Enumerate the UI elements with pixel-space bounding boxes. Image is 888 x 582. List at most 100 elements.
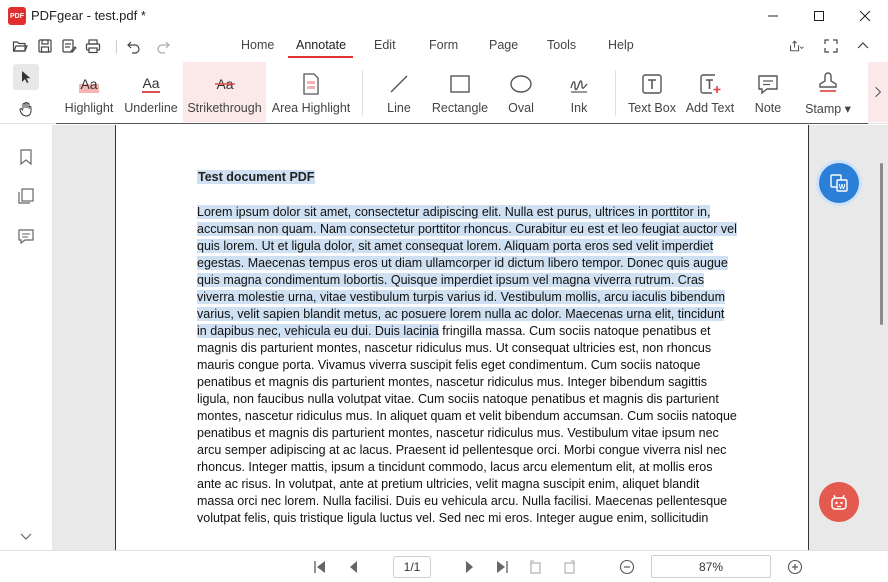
document-viewer[interactable]: Test document PDF Lorem ipsum dolor sit … xyxy=(53,125,888,550)
tab-help[interactable]: Help xyxy=(608,38,634,52)
add-text-icon xyxy=(700,74,721,94)
pdf-page[interactable]: Test document PDF Lorem ipsum dolor sit … xyxy=(115,125,809,550)
ribbon-separator xyxy=(362,70,363,116)
last-page-icon[interactable] xyxy=(494,559,510,575)
document-body[interactable]: Lorem ipsum dolor sit amet, consectetur … xyxy=(197,204,737,527)
active-tab-indicator xyxy=(288,56,353,58)
line-tool[interactable]: Line xyxy=(377,62,421,122)
ai-assistant-button[interactable] xyxy=(819,482,859,522)
previous-page-icon[interactable] xyxy=(346,559,362,575)
status-bar: 1/1 87% xyxy=(0,550,888,582)
close-button[interactable] xyxy=(842,0,888,32)
maximize-button[interactable] xyxy=(796,0,842,32)
underline-label: Underline xyxy=(124,101,178,115)
body-text[interactable]: fringilla massa. Cum sociis natoque pena… xyxy=(197,324,737,525)
convert-to-word-button[interactable]: W xyxy=(819,163,859,203)
share-icon[interactable] xyxy=(789,38,809,54)
ink-icon xyxy=(570,80,588,93)
first-page-icon[interactable] xyxy=(312,559,328,575)
menu-bar: Home Annotate Edit Form Page Tools Help xyxy=(0,32,888,60)
comments-icon[interactable] xyxy=(17,227,35,245)
highlight-tool[interactable]: Aa Highlight xyxy=(60,62,118,122)
bookmark-icon[interactable] xyxy=(17,148,35,166)
note-label: Note xyxy=(754,101,782,115)
stamp-label: Stamp ▾ xyxy=(805,102,851,116)
redo-icon[interactable] xyxy=(155,38,171,54)
print-icon[interactable] xyxy=(85,38,101,54)
rotate-left-icon[interactable] xyxy=(528,559,544,575)
pdfgear-logo-icon: PDF xyxy=(8,7,26,25)
note-tool[interactable]: Note xyxy=(748,62,788,122)
zoom-in-icon[interactable] xyxy=(787,559,803,575)
left-sidebar xyxy=(0,125,53,550)
open-folder-icon[interactable] xyxy=(12,38,28,54)
title-bar: PDF PDFgear - test.pdf * xyxy=(0,0,888,32)
text-box-label: Text Box xyxy=(628,101,676,115)
note-icon xyxy=(758,75,778,95)
svg-text:W: W xyxy=(839,184,846,191)
collapse-ribbon-icon[interactable] xyxy=(855,38,871,54)
oval-tool[interactable]: Oval xyxy=(500,62,542,122)
oval-label: Oval xyxy=(508,101,534,115)
hand-icon xyxy=(19,102,32,117)
tab-page[interactable]: Page xyxy=(489,38,518,52)
chevron-down-icon[interactable] xyxy=(17,527,35,545)
highlight-icon: Aa xyxy=(79,76,99,93)
rotate-right-icon[interactable] xyxy=(561,559,577,575)
strikethrough-label: Strikethrough xyxy=(187,101,262,115)
page-number-input[interactable]: 1/1 xyxy=(393,556,431,578)
add-text-label: Add Text xyxy=(685,101,735,115)
menu-separator xyxy=(116,40,117,54)
line-icon xyxy=(390,75,408,93)
tab-form[interactable]: Form xyxy=(429,38,458,52)
strikethrough-icon: Aa xyxy=(214,76,235,92)
zoom-level-field[interactable]: 87% xyxy=(651,555,771,578)
pdf-to-word-icon: W xyxy=(830,174,848,192)
hand-tool-button[interactable] xyxy=(13,96,39,122)
add-text-tool[interactable]: Add Text xyxy=(684,62,736,122)
minimize-button[interactable] xyxy=(750,0,796,32)
select-tool-button[interactable] xyxy=(13,64,39,90)
svg-text:Aa: Aa xyxy=(80,76,97,92)
robot-icon xyxy=(831,494,847,510)
fullscreen-icon[interactable] xyxy=(823,38,839,54)
line-label: Line xyxy=(387,101,411,115)
save-icon[interactable] xyxy=(37,38,53,54)
cursor-arrow-icon xyxy=(22,71,31,83)
save-as-icon[interactable] xyxy=(61,38,77,54)
highlighted-text[interactable]: Lorem ipsum dolor sit amet, consectetur … xyxy=(197,205,737,338)
rectangle-icon xyxy=(450,75,470,93)
stamp-tool[interactable]: Stamp ▾ xyxy=(800,62,856,122)
tab-edit[interactable]: Edit xyxy=(374,38,396,52)
underline-tool[interactable]: Aa Underline xyxy=(122,62,180,122)
underline-icon: Aa xyxy=(142,75,160,93)
rectangle-tool[interactable]: Rectangle xyxy=(429,62,491,122)
stamp-icon xyxy=(819,72,837,92)
zoom-out-icon[interactable] xyxy=(619,559,635,575)
thumbnails-icon[interactable] xyxy=(17,187,35,205)
tab-home[interactable]: Home xyxy=(241,38,274,52)
ink-label: Ink xyxy=(570,101,588,115)
tab-annotate[interactable]: Annotate xyxy=(296,38,346,52)
area-highlight-icon xyxy=(303,73,319,95)
ink-tool[interactable]: Ink xyxy=(560,62,598,122)
ribbon-separator xyxy=(615,70,616,116)
vertical-scrollbar-thumb[interactable] xyxy=(880,163,883,325)
rectangle-label: Rectangle xyxy=(431,101,489,115)
ribbon-divider xyxy=(56,123,868,124)
oval-icon xyxy=(510,75,532,93)
next-page-icon[interactable] xyxy=(461,559,477,575)
highlight-label: Highlight xyxy=(64,101,114,115)
tab-tools[interactable]: Tools xyxy=(547,38,576,52)
chevron-right-icon xyxy=(875,86,882,98)
undo-icon[interactable] xyxy=(126,38,142,54)
svg-text:Aa: Aa xyxy=(142,75,159,91)
document-title[interactable]: Test document PDF xyxy=(197,170,316,184)
area-highlight-label: Area Highlight xyxy=(271,101,351,115)
strikethrough-tool[interactable]: Aa Strikethrough xyxy=(183,62,266,122)
window-title: PDFgear - test.pdf * xyxy=(31,8,146,23)
ribbon-scroll-right-button[interactable] xyxy=(868,62,888,122)
text-box-icon xyxy=(642,74,662,94)
area-highlight-tool[interactable]: Area Highlight xyxy=(270,62,352,122)
text-box-tool[interactable]: Text Box xyxy=(626,62,678,122)
